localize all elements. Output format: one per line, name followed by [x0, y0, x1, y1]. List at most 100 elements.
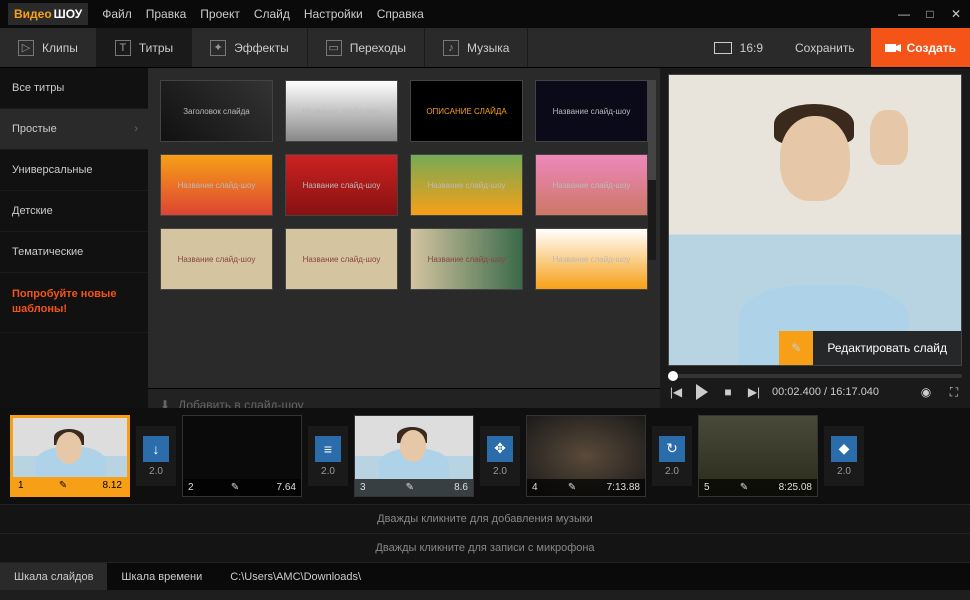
timeline-clip[interactable]: 1✎8.12	[10, 415, 130, 497]
time-total: 16:17.040	[830, 386, 879, 398]
time-display: 00:02.400 / 16:17.040	[772, 386, 879, 398]
sidebar-item-all[interactable]: Все титры	[0, 68, 148, 109]
maximize-button[interactable]: □	[924, 7, 936, 21]
close-button[interactable]: ✕	[950, 7, 962, 21]
clip-duration: 8.12	[103, 480, 122, 491]
tab-effects-label: Эффекты	[234, 41, 289, 55]
template-thumb[interactable]: Название слайд-шоу	[535, 228, 648, 290]
chevron-right-icon: ›	[134, 123, 138, 135]
sidebar-item-simple[interactable]: Простые ›	[0, 109, 148, 150]
tab-effects[interactable]: ✦ Эффекты	[192, 28, 308, 67]
transition-duration: 2.0	[665, 466, 679, 477]
template-thumb[interactable]: Название слайд-шоу	[160, 154, 273, 216]
clip-index: 5	[704, 482, 710, 493]
sidebar-item-theme[interactable]: Тематические	[0, 232, 148, 273]
edit-slide-button[interactable]: ✎ Редактировать слайд	[779, 331, 961, 365]
transition-slot[interactable]: ↓2.0	[136, 426, 176, 486]
tab-transitions[interactable]: ▭Переходы	[308, 28, 425, 67]
template-thumb[interactable]: Название слайд-шоу	[410, 228, 523, 290]
template-thumb[interactable]: Название слайд-шоу	[160, 228, 273, 290]
app-logo: Видео ШОУ	[8, 3, 88, 25]
progress-handle[interactable]	[668, 371, 678, 381]
template-gallery: Заголовок слайда Название слайд-шоу ОПИС…	[148, 68, 660, 408]
edit-icon: ✎	[740, 482, 748, 493]
sidebar-promo[interactable]: Попробуйте новые шаблоны!	[0, 273, 148, 333]
tab-clips-label: Клипы	[42, 41, 78, 55]
add-label: Добавить в слайд-шоу	[178, 398, 304, 409]
pencil-icon: ✎	[779, 331, 813, 365]
edit-icon: ✎	[568, 482, 576, 493]
template-thumb[interactable]: Название слайд-шоу	[285, 154, 398, 216]
template-thumb[interactable]: Заголовок слайда	[160, 80, 273, 142]
music-track-hint[interactable]: Дважды кликните для добавления музыки	[0, 504, 970, 533]
timeline-clip[interactable]: 5✎8:25.08	[698, 415, 818, 497]
snapshot-button[interactable]: ◉	[918, 384, 934, 400]
menu-project[interactable]: Проект	[200, 7, 240, 21]
preview-image	[669, 75, 961, 365]
window-controls: — □ ✕	[898, 7, 962, 21]
logo-text-a: Видео	[14, 7, 52, 21]
clip-duration: 7:13.88	[607, 482, 640, 493]
titlebar: Видео ШОУ Файл Правка Проект Слайд Настр…	[0, 0, 970, 28]
clip-duration: 8.6	[454, 482, 468, 493]
play-icon: ▷	[18, 40, 34, 56]
template-grid: Заголовок слайда Название слайд-шоу ОПИС…	[160, 80, 648, 290]
next-button[interactable]: ▶|	[746, 384, 762, 400]
tab-titles[interactable]: TТитры	[97, 28, 192, 67]
prev-button[interactable]: |◀	[668, 384, 684, 400]
preview-screen[interactable]: ✎ Редактировать слайд	[668, 74, 962, 366]
aspect-ratio[interactable]: 16:9	[698, 28, 779, 67]
stop-button[interactable]: ■	[720, 384, 736, 400]
arrow-down-icon: ↓	[143, 436, 169, 462]
transition-icon: ▭	[326, 40, 342, 56]
save-label: Сохранить	[795, 41, 855, 55]
fullscreen-button[interactable]: ⛶	[946, 384, 962, 400]
transition-slot[interactable]: ◆2.0	[824, 426, 864, 486]
play-button[interactable]	[694, 384, 710, 400]
save-button[interactable]: Сохранить	[779, 28, 871, 67]
template-thumb[interactable]: Название слайд-шоу	[285, 80, 398, 142]
progress-bar[interactable]	[668, 374, 962, 378]
timeline-clip[interactable]: 3✎8.6	[354, 415, 474, 497]
edit-icon: ✎	[59, 480, 67, 491]
mic-track-hint[interactable]: Дважды кликните для записи с микрофона	[0, 533, 970, 562]
sparkle-icon: ✦	[210, 40, 226, 56]
menu-slide[interactable]: Слайд	[254, 7, 290, 21]
menu-file[interactable]: Файл	[102, 7, 132, 21]
create-label: Создать	[907, 41, 956, 55]
tab-slide-scale[interactable]: Шкала слайдов	[0, 563, 107, 590]
transition-duration: 2.0	[493, 466, 507, 477]
menu-edit[interactable]: Правка	[146, 7, 187, 21]
timeline: 1✎8.12 ↓2.0 2✎7.64 ≡2.0 3✎8.6 ✥2.0 4✎7:1…	[0, 408, 970, 562]
sidebar-item-label: Простые	[12, 123, 57, 135]
menu-help[interactable]: Справка	[377, 7, 424, 21]
timeline-clip[interactable]: 4✎7:13.88	[526, 415, 646, 497]
timeline-clip[interactable]: 2✎7.64	[182, 415, 302, 497]
sidebar-item-kids[interactable]: Детские	[0, 191, 148, 232]
preview-panel: ✎ Редактировать слайд |◀ ■ ▶| 00:02.400 …	[660, 68, 970, 408]
scroll-thumb[interactable]	[648, 80, 656, 180]
transition-slot[interactable]: ✥2.0	[480, 426, 520, 486]
create-button[interactable]: Создать	[871, 28, 970, 67]
template-thumb[interactable]: Название слайд-шоу	[410, 154, 523, 216]
tab-time-scale[interactable]: Шкала времени	[107, 563, 216, 590]
template-thumb[interactable]: Название слайд-шоу	[285, 228, 398, 290]
template-thumb[interactable]: Название слайд-шоу	[535, 80, 648, 142]
transition-slot[interactable]: ≡2.0	[308, 426, 348, 486]
transition-slot[interactable]: ↻2.0	[652, 426, 692, 486]
gallery-scrollbar[interactable]	[648, 80, 656, 260]
tab-music[interactable]: ♪Музыка	[425, 28, 528, 67]
menu-settings[interactable]: Настройки	[304, 7, 363, 21]
sidebar-item-universal[interactable]: Универсальные	[0, 150, 148, 191]
minimize-button[interactable]: —	[898, 7, 910, 21]
screen-icon	[714, 42, 732, 54]
clips-row[interactable]: 1✎8.12 ↓2.0 2✎7.64 ≡2.0 3✎8.6 ✥2.0 4✎7:1…	[0, 408, 970, 504]
template-thumb[interactable]: ОПИСАНИЕ СЛАЙДА	[410, 80, 523, 142]
add-to-slideshow-bar[interactable]: ⬇ Добавить в слайд-шоу	[148, 388, 660, 408]
template-thumb[interactable]: Название слайд-шоу	[535, 154, 648, 216]
edit-icon: ✎	[231, 482, 239, 493]
edit-icon: ✎	[406, 482, 414, 493]
tab-music-label: Музыка	[467, 41, 509, 55]
tab-clips[interactable]: ▷ Клипы	[0, 28, 97, 67]
status-path: C:\Users\AMC\Downloads\	[216, 563, 375, 590]
